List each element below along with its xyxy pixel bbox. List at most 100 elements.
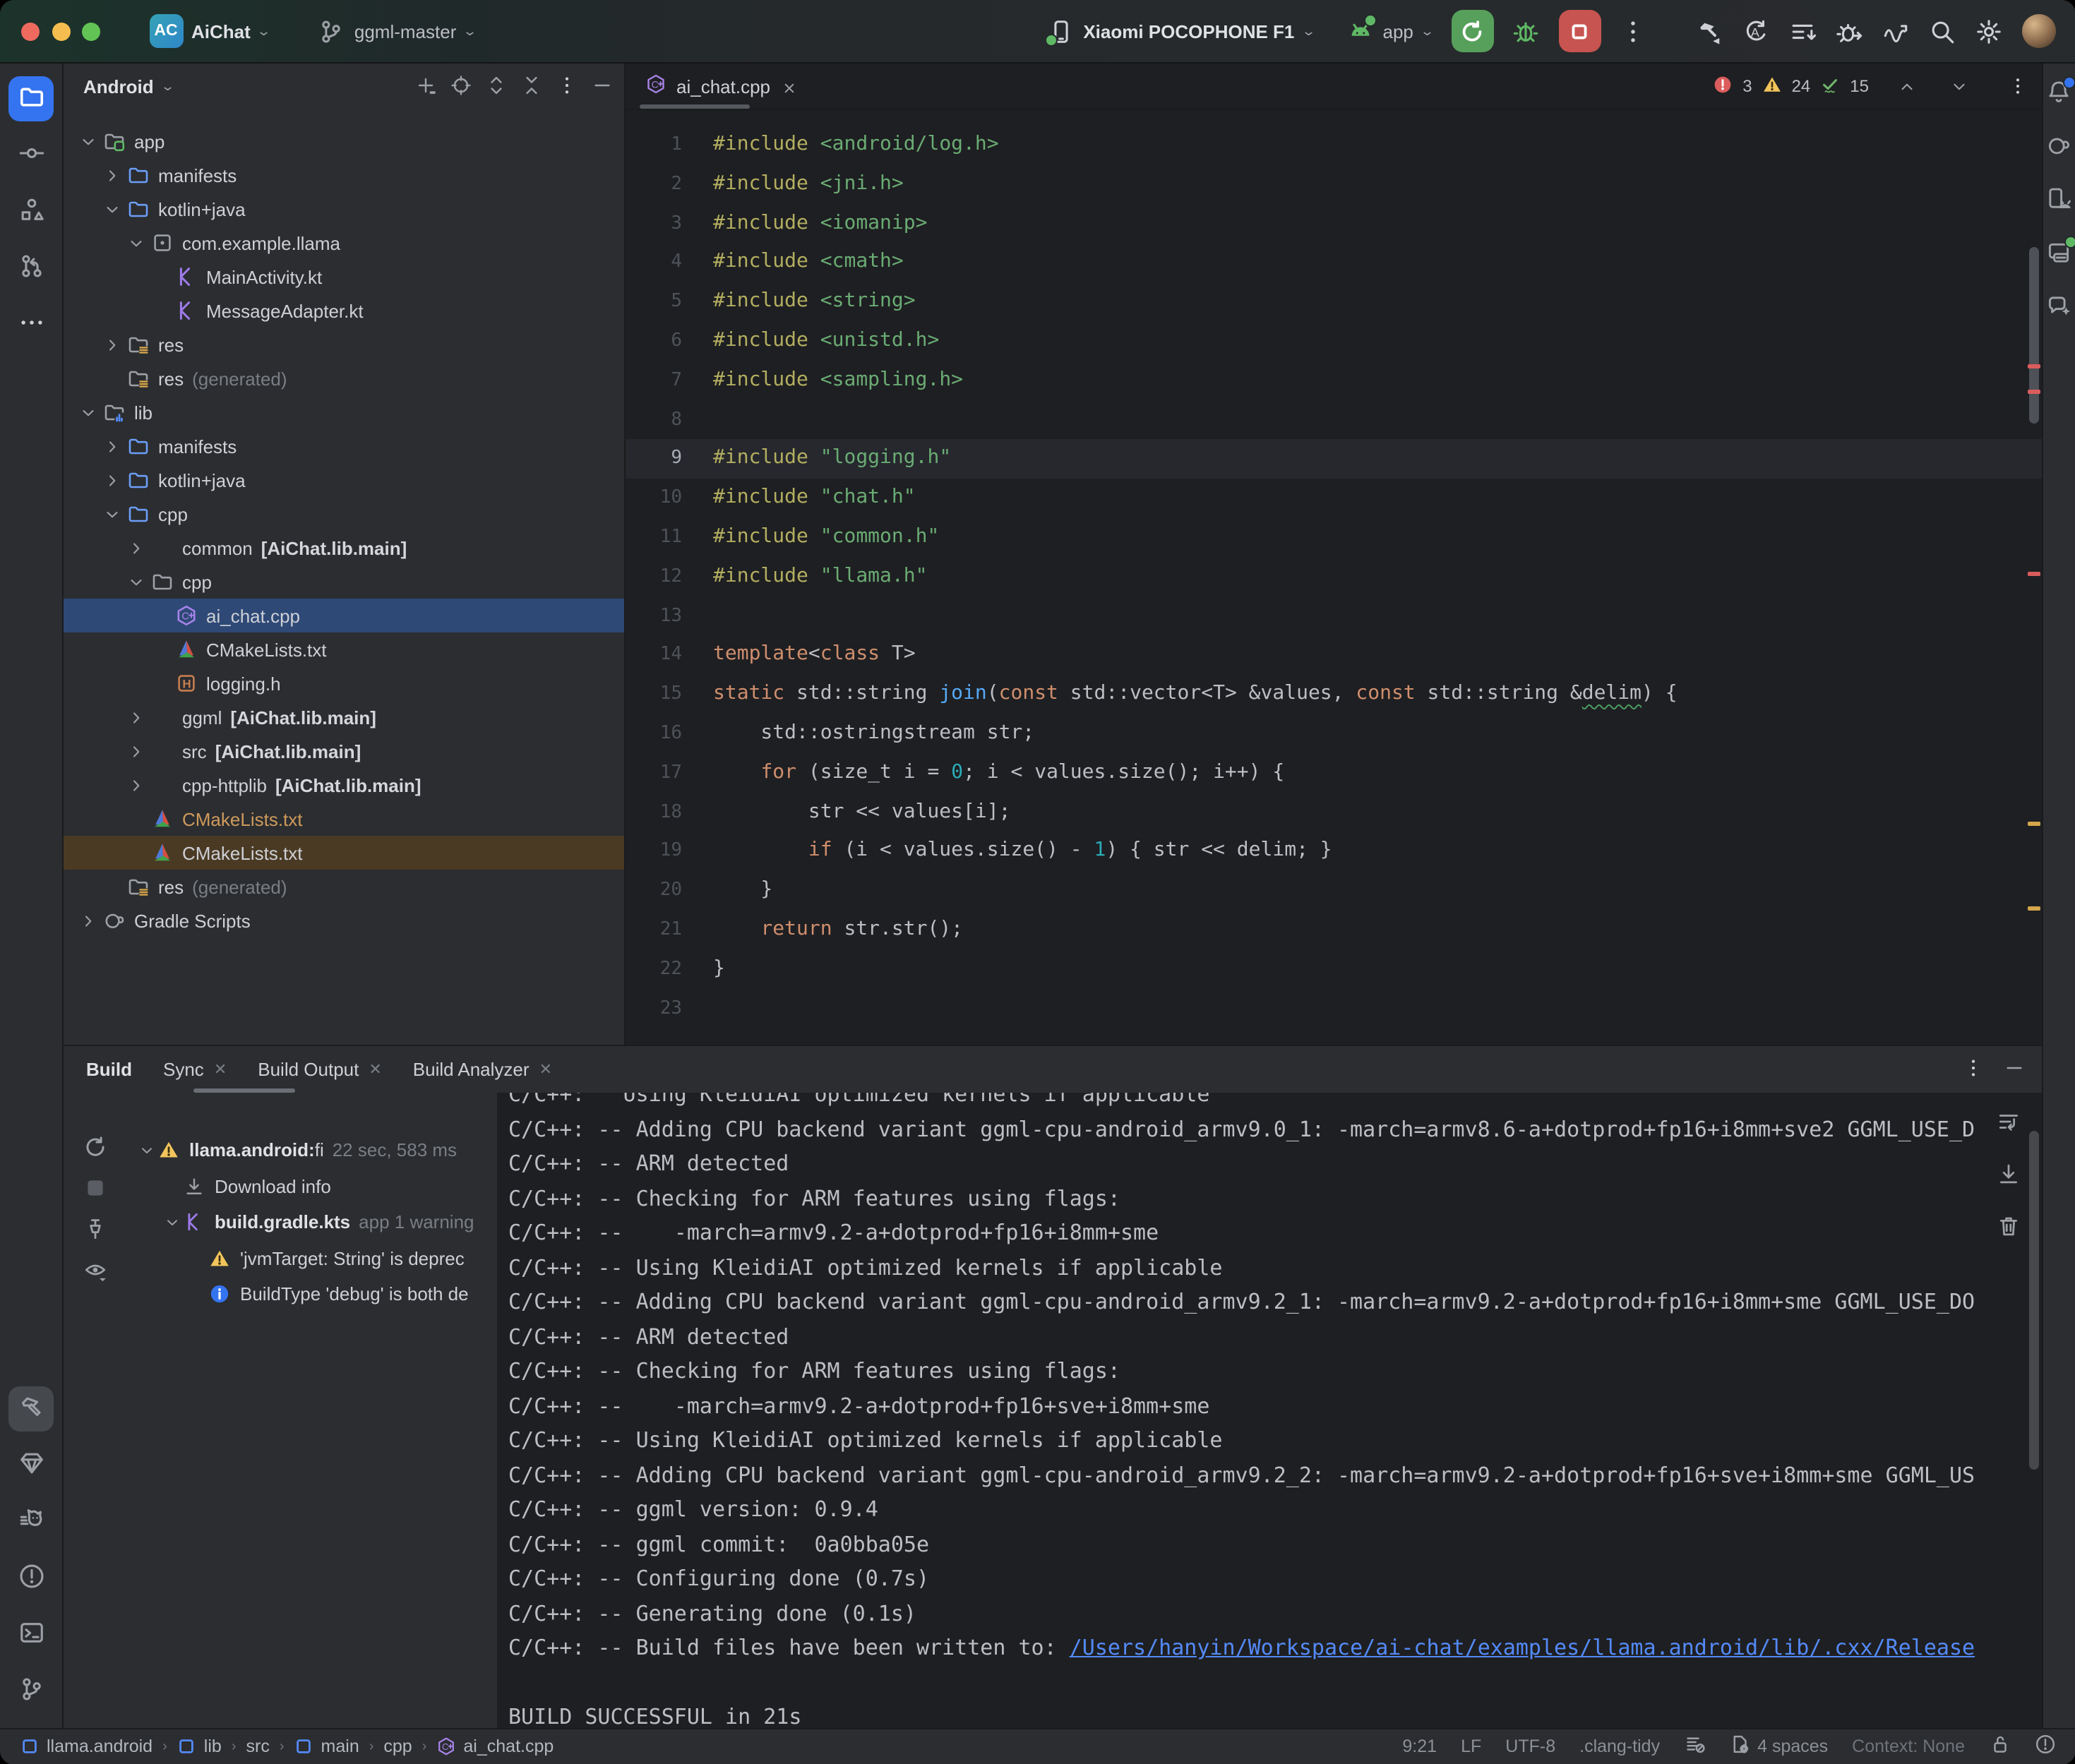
build-tree-item[interactable]: Download info	[126, 1168, 497, 1204]
next-problem-button[interactable]	[1949, 77, 1968, 95]
error-stripe-mark[interactable]	[2027, 390, 2040, 394]
code-editor[interactable]: 1#include <android/log.h>2#include <jni.…	[626, 110, 2041, 1045]
error-stripe-mark[interactable]	[2027, 364, 2040, 368]
problems-tool-button[interactable]	[8, 1555, 54, 1600]
code-line-4[interactable]: 4#include <cmath>	[626, 244, 2041, 283]
tree-item-lib[interactable]: lib	[64, 395, 624, 429]
tree-item-messageadapter-kt[interactable]: MessageAdapter.kt	[64, 294, 624, 328]
tree-item-common[interactable]: common[AiChat.lib.main]	[64, 531, 624, 565]
project-view-selector[interactable]: Android	[83, 76, 154, 97]
hide-panel-button[interactable]	[592, 74, 613, 100]
encoding[interactable]: UTF-8	[1505, 1736, 1555, 1756]
stop-button[interactable]	[1558, 10, 1601, 52]
tree-item-src[interactable]: src[AiChat.lib.main]	[64, 734, 624, 768]
code-line-10[interactable]: 10#include "chat.h"	[626, 479, 2041, 518]
chevron-down-icon[interactable]	[102, 503, 123, 524]
chevron-right-icon[interactable]	[126, 740, 147, 762]
line-number[interactable]: 3	[626, 204, 682, 244]
tab-build-analyzer[interactable]: Build Analyzer✕	[413, 1059, 552, 1080]
gemini-button[interactable]	[2043, 292, 2074, 323]
line-number[interactable]: 7	[626, 361, 682, 401]
code-line-19[interactable]: 19 if (i < values.size() - 1) { str << d…	[626, 832, 2041, 872]
profiler-button[interactable]	[1882, 17, 1910, 45]
line-ending[interactable]: LF	[1461, 1736, 1481, 1756]
settings-button[interactable]	[1975, 17, 2003, 45]
soft-wrap-icon[interactable]	[1997, 1110, 2021, 1138]
tree-item-gradle-scripts[interactable]: Gradle Scripts	[64, 904, 624, 937]
line-number[interactable]: 15	[626, 675, 682, 714]
code-line-21[interactable]: 21 return str.str();	[626, 911, 2041, 950]
chevron-down-icon[interactable]	[126, 232, 147, 253]
formatter-widget[interactable]	[1684, 1734, 1705, 1759]
tree-item-com-example-llama[interactable]: com.example.llama	[64, 226, 624, 260]
build-hammer-button[interactable]	[1695, 17, 1723, 45]
error-stripe-mark[interactable]	[2027, 906, 2040, 911]
chevron-down-icon[interactable]	[78, 131, 99, 152]
tree-item-cmakelists-txt[interactable]: CMakeLists.txt	[64, 632, 624, 666]
tree-item-kotlin-java[interactable]: kotlin+java	[64, 192, 624, 226]
filter-view-icon[interactable]	[83, 1258, 107, 1286]
rerun-button[interactable]	[1451, 10, 1493, 52]
tree-item-app[interactable]: app	[64, 124, 624, 158]
todo-list-button[interactable]	[1788, 17, 1817, 45]
build-tree-item[interactable]: llama.android: fi22 sec, 583 ms	[126, 1132, 497, 1168]
code-line-7[interactable]: 7#include <sampling.h>	[626, 361, 2041, 401]
tree-item-kotlin-java[interactable]: kotlin+java	[64, 463, 624, 497]
notifications-button[interactable]	[2043, 78, 2074, 109]
tree-item-cpp[interactable]: cpp	[64, 565, 624, 599]
tree-item-cmakelists-txt[interactable]: CMakeLists.txt	[64, 802, 624, 836]
project-selector[interactable]: AC AiChat ⌄	[149, 14, 270, 48]
line-number[interactable]: 18	[626, 793, 682, 832]
collapse-all-button[interactable]	[521, 74, 542, 100]
vcs-branch-selector[interactable]: ggml-master ⌄	[318, 17, 476, 45]
error-stripe-mark[interactable]	[2027, 572, 2040, 576]
tree-item-logging-h[interactable]: Hlogging.h	[64, 666, 624, 700]
locate-file-button[interactable]	[450, 74, 472, 100]
add-button[interactable]	[415, 74, 436, 100]
tab-build-output[interactable]: Build Output✕	[258, 1059, 382, 1080]
build-tree-item[interactable]: 'jvmTarget: String' is deprec	[126, 1240, 497, 1276]
device-selector[interactable]: Xiaomi POCOPHONE F1 ⌄	[1046, 17, 1313, 45]
expand-all-button[interactable]	[486, 74, 507, 100]
chevron-right-icon[interactable]	[102, 436, 123, 457]
line-number[interactable]: 2	[626, 165, 682, 205]
device-manager-button[interactable]	[2043, 185, 2074, 216]
debug-button[interactable]	[1512, 17, 1540, 45]
sync-project-button[interactable]: A	[1742, 17, 1770, 45]
code-line-6[interactable]: 6#include <unistd.h>	[626, 322, 2041, 361]
tree-item-res[interactable]: res	[64, 328, 624, 361]
tab-sync[interactable]: Sync✕	[163, 1059, 227, 1080]
minimize-window-button[interactable]	[52, 22, 70, 40]
breadcrumb-item-llama-android[interactable]: llama.android	[20, 1736, 153, 1756]
build-tree-item[interactable]: build.gradle.ktsapp 1 warning	[126, 1204, 497, 1240]
user-avatar[interactable]	[2021, 14, 2055, 48]
line-number[interactable]: 4	[626, 244, 682, 283]
line-number[interactable]: 8	[626, 400, 682, 440]
chevron-right-icon[interactable]	[126, 537, 147, 558]
chevron-right-icon[interactable]	[78, 910, 99, 931]
tree-item-res[interactable]: res(generated)	[64, 361, 624, 395]
terminal-tool-button[interactable]	[8, 1612, 54, 1657]
commit-tool-button[interactable]	[8, 133, 54, 178]
zoom-window-button[interactable]	[82, 22, 100, 40]
build-options-button[interactable]	[1962, 1057, 1983, 1082]
caret-position[interactable]: 9:21	[1402, 1736, 1437, 1756]
close-icon[interactable]: ✕	[369, 1060, 381, 1079]
chevron-down-icon[interactable]	[137, 1142, 157, 1159]
code-line-20[interactable]: 20 }	[626, 871, 2041, 911]
chevron-right-icon[interactable]	[126, 774, 147, 796]
inspections-status-widget[interactable]	[2034, 1734, 2055, 1759]
code-line-17[interactable]: 17 for (size_t i = 0; i < values.size();…	[626, 754, 2041, 793]
build-tool-button[interactable]	[8, 1386, 54, 1431]
breadcrumb-item-lib[interactable]: lib	[177, 1736, 222, 1756]
refresh-build-icon[interactable]	[83, 1135, 107, 1163]
close-tab-icon[interactable]	[780, 78, 797, 95]
breadcrumb-item-main[interactable]: main	[294, 1736, 359, 1756]
line-number[interactable]: 1	[626, 126, 682, 165]
close-window-button[interactable]	[21, 22, 40, 40]
line-number[interactable]: 9	[626, 440, 682, 479]
panel-options-button[interactable]	[556, 74, 578, 100]
code-line-3[interactable]: 3#include <iomanip>	[626, 204, 2041, 244]
line-number[interactable]: 19	[626, 832, 682, 872]
chevron-down-icon[interactable]	[78, 402, 99, 423]
